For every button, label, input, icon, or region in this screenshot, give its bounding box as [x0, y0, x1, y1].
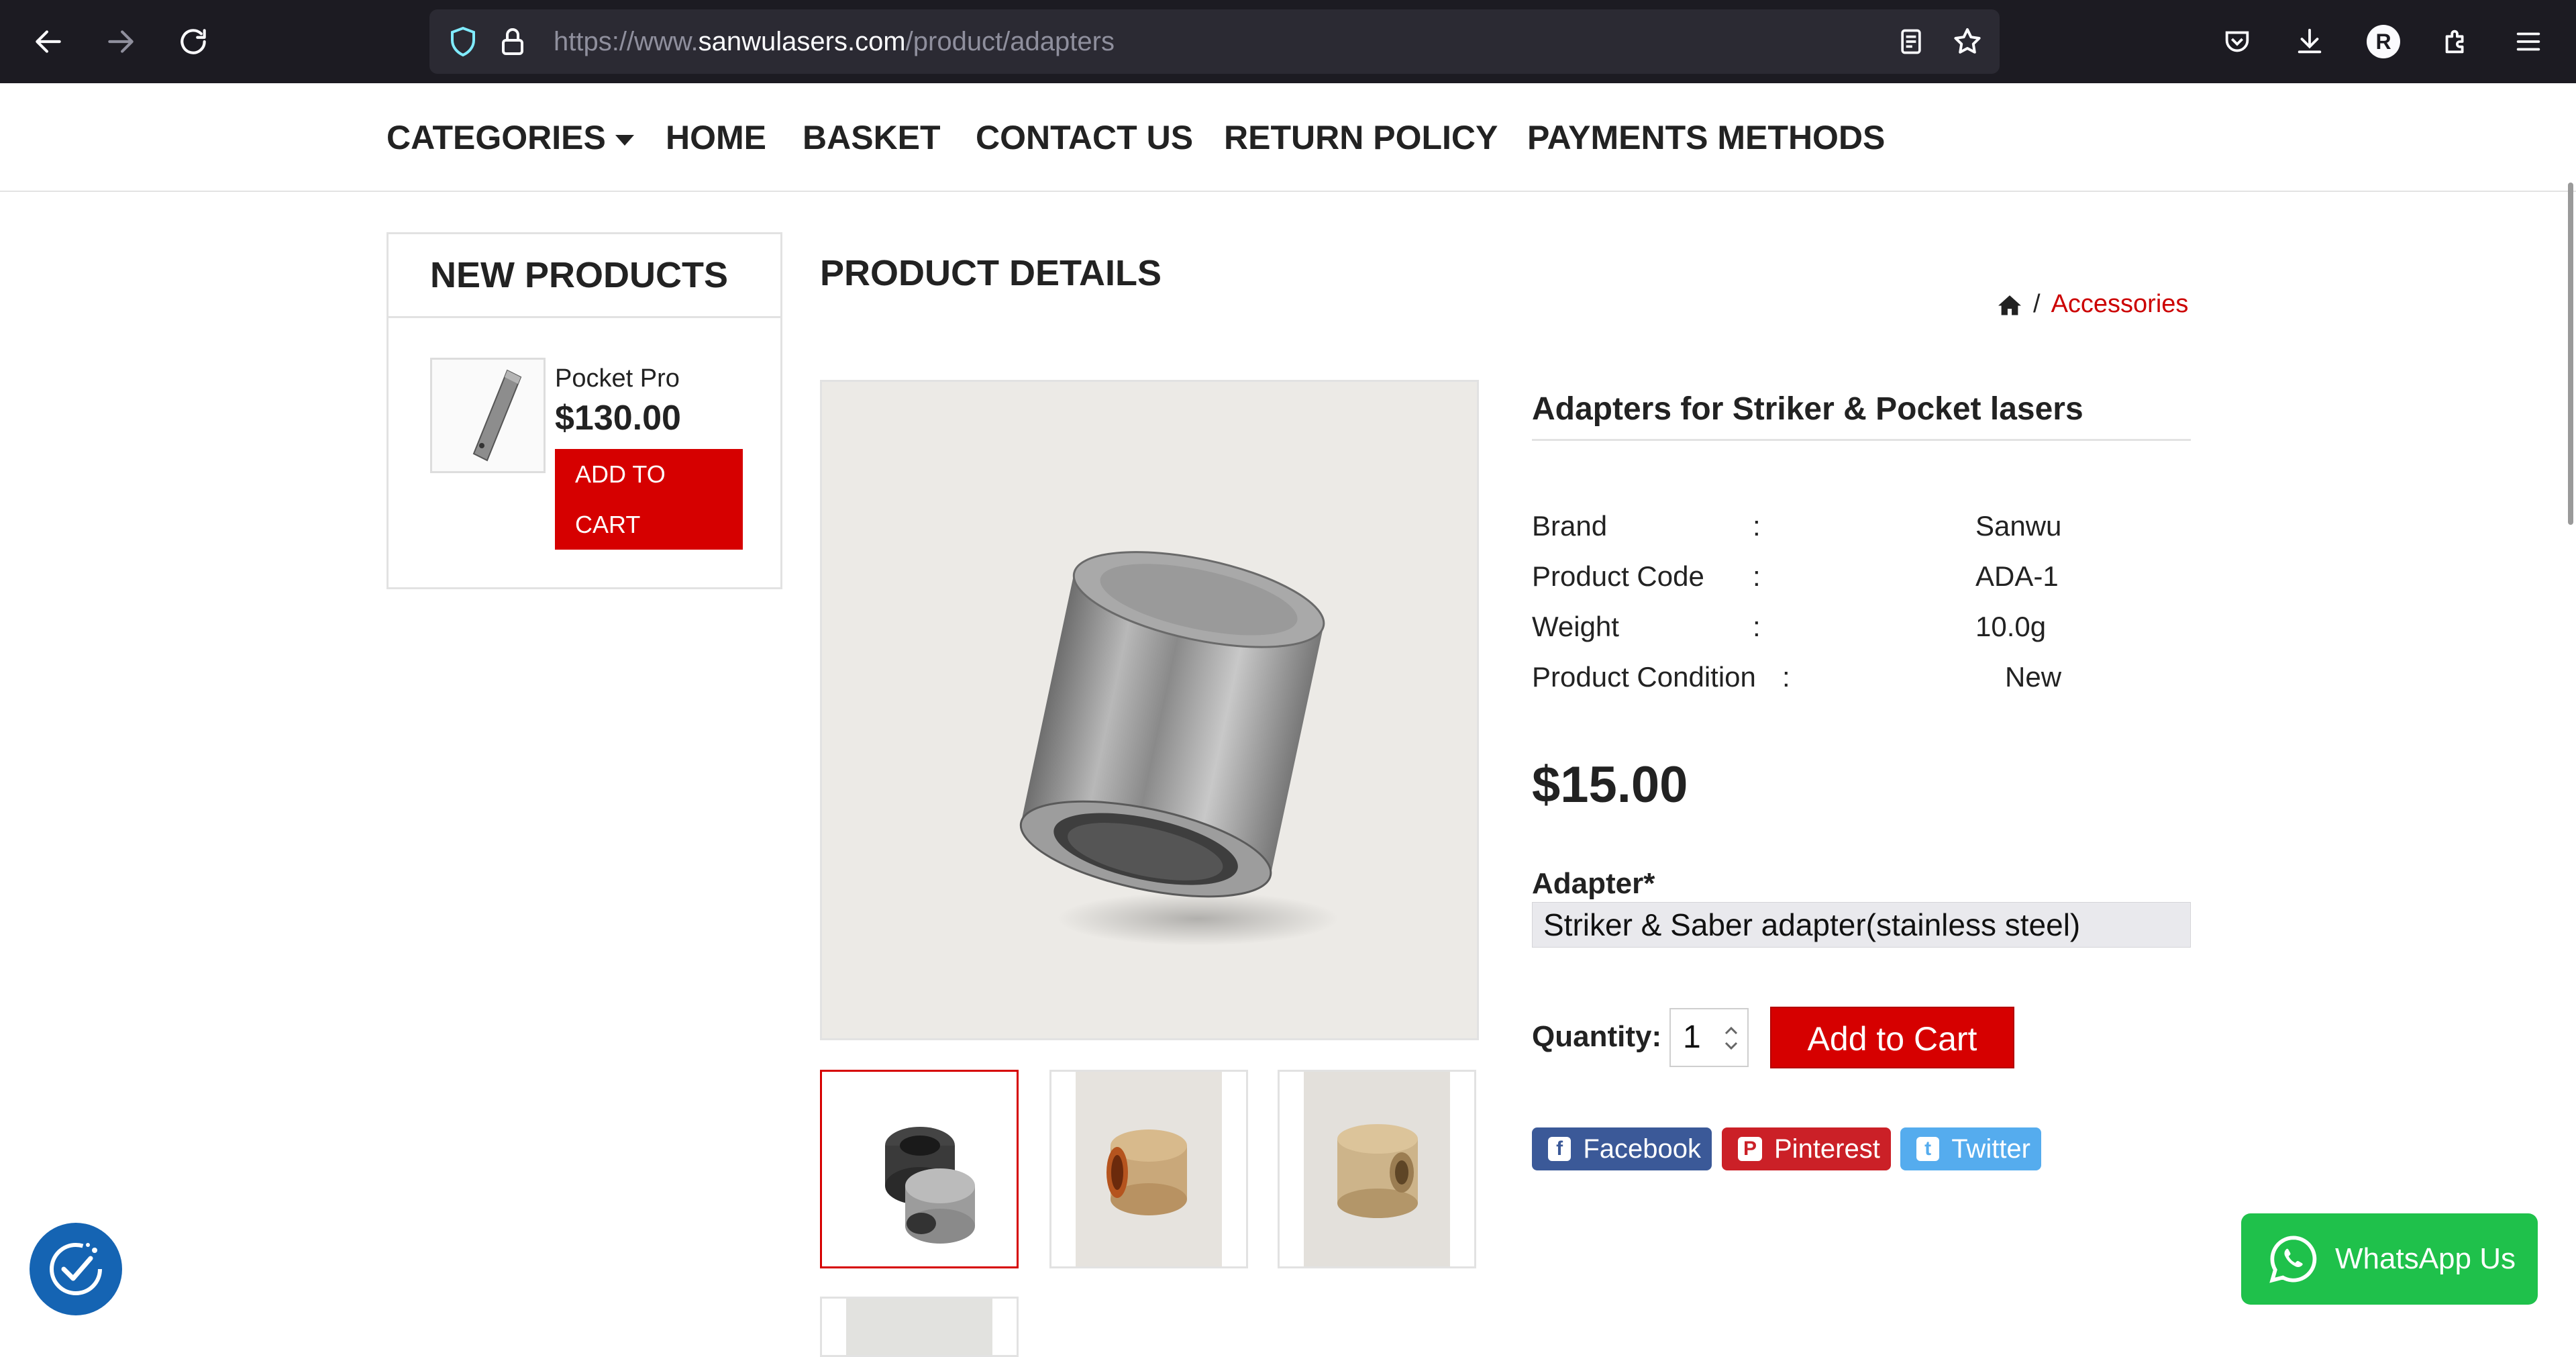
url-text[interactable]: https://www.sanwulasers.com/product/adap…	[554, 27, 1115, 57]
quantity-stepper[interactable]: 1	[1669, 1008, 1749, 1067]
menu-button[interactable]	[2502, 15, 2555, 68]
spec-label: Product Condition	[1532, 661, 1756, 693]
quantity-label: Quantity:	[1532, 1020, 1662, 1053]
pocket-button[interactable]	[2210, 15, 2264, 68]
cookie-check-icon	[50, 1243, 102, 1295]
nav-contact-us[interactable]: CONTACT US	[976, 118, 1193, 157]
spec-value: ADA-1	[1975, 560, 2059, 592]
product-thumbnail[interactable]	[820, 1070, 1019, 1268]
product-thumbnail[interactable]	[1278, 1070, 1476, 1268]
nav-basket[interactable]: BASKET	[803, 118, 941, 157]
spec-label: Product Code	[1532, 560, 1704, 592]
lock-icon[interactable]	[497, 26, 529, 58]
spec-value: Sanwu	[1975, 510, 2062, 542]
site-navigation: CATEGORIES HOME BASKET CONTACT US RETURN…	[0, 83, 2576, 192]
hamburger-icon	[2516, 32, 2540, 51]
share-facebook-button[interactable]: f Facebook	[1532, 1127, 1712, 1170]
spinner-arrows-icon[interactable]	[1722, 1021, 1741, 1055]
product-thumbnail[interactable]	[1049, 1070, 1248, 1268]
add-to-cart-button[interactable]: Add to Cart	[1770, 1007, 2014, 1068]
add-to-cart-button[interactable]: ADD TO CART	[555, 449, 743, 550]
page-title: PRODUCT DETAILS	[820, 253, 1162, 293]
product-price: $15.00	[1532, 756, 1688, 813]
twitter-icon: t	[1916, 1137, 1940, 1161]
spec-value: 10.0g	[1975, 611, 2047, 642]
address-bar[interactable]: https://www.sanwulasers.com/product/adap…	[429, 9, 2000, 74]
main-product-image[interactable]	[820, 380, 1479, 1040]
share-pinterest-button[interactable]: P Pinterest	[1722, 1127, 1891, 1170]
arrow-left-icon	[36, 30, 61, 53]
nav-return-policy[interactable]: RETURN POLICY	[1224, 118, 1498, 157]
adapter-select[interactable]: Striker & Saber adapter(stainless steel)	[1532, 902, 2191, 948]
facebook-icon: f	[1548, 1137, 1572, 1161]
extensions-button[interactable]	[2429, 15, 2483, 68]
reader-view-icon[interactable]	[1896, 27, 1926, 56]
browser-toolbar: https://www.sanwulasers.com/product/adap…	[0, 0, 2576, 83]
spec-colon: :	[1782, 661, 1790, 693]
avatar[interactable]: R	[2367, 25, 2400, 58]
product-thumbnail[interactable]	[820, 1297, 1019, 1357]
spec-value: New	[2005, 661, 2062, 693]
spec-colon: :	[1753, 611, 1761, 642]
bookmark-star-icon[interactable]	[1951, 26, 1983, 58]
page-scrollbar[interactable]	[2568, 183, 2573, 525]
account-button[interactable]: R	[2357, 15, 2410, 68]
arrow-right-icon	[108, 30, 134, 53]
shield-icon[interactable]	[447, 26, 479, 58]
forward-button[interactable]	[94, 15, 148, 68]
pinterest-icon: P	[1738, 1137, 1762, 1161]
spec-colon: :	[1753, 560, 1761, 592]
divider	[1532, 439, 2191, 441]
whatsapp-chat-button[interactable]: WhatsApp Us	[2241, 1213, 2538, 1305]
product-thumbnail[interactable]	[430, 358, 546, 473]
spec-label: Brand	[1532, 510, 1608, 542]
pocket-icon	[2225, 31, 2249, 52]
share-twitter-button[interactable]: t Twitter	[1900, 1127, 2041, 1170]
sidebar-title: NEW PRODUCTS	[430, 255, 728, 295]
reload-button[interactable]	[166, 15, 220, 68]
puzzle-icon	[2445, 30, 2464, 54]
breadcrumb-accessories[interactable]: Accessories	[2051, 290, 2189, 319]
nav-payments-methods[interactable]: PAYMENTS METHODS	[1527, 118, 1885, 157]
reload-icon	[181, 29, 206, 54]
nav-categories[interactable]: CATEGORIES	[387, 118, 634, 157]
downloads-button[interactable]	[2283, 15, 2336, 68]
nav-home[interactable]: HOME	[666, 118, 766, 157]
spec-label: Weight	[1532, 611, 1619, 642]
product-price: $130.00	[555, 399, 681, 438]
home-icon[interactable]	[1997, 293, 2022, 316]
new-products-panel: NEW PRODUCTS Pocket Pro $130.00 ADD TO C…	[387, 232, 782, 589]
breadcrumb: / Accessories	[1997, 290, 2188, 319]
download-icon	[2298, 28, 2322, 54]
whatsapp-icon	[2269, 1236, 2317, 1283]
caret-down-icon	[615, 134, 634, 146]
product-title: Adapters for Striker & Pocket lasers	[1532, 391, 2083, 427]
cookie-consent-button[interactable]	[30, 1223, 122, 1315]
option-label: Adapter*	[1532, 867, 1655, 900]
back-button[interactable]	[21, 15, 75, 68]
product-name[interactable]: Pocket Pro	[555, 364, 680, 393]
divider	[389, 316, 780, 318]
spec-colon: :	[1753, 510, 1761, 542]
